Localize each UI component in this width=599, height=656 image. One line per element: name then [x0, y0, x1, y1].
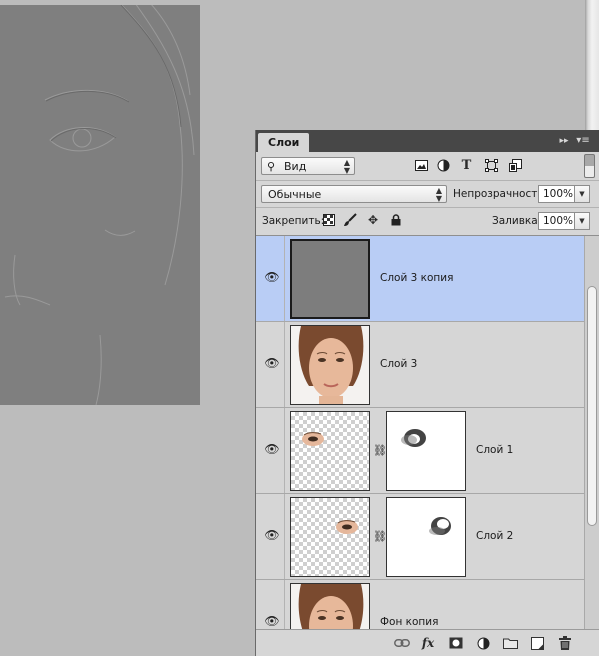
embossed-face-image	[4, 5, 195, 405]
mask-link-icon[interactable]: ⛓	[373, 444, 387, 458]
layer-name[interactable]: Слой 3 копия	[380, 272, 453, 284]
layer-name[interactable]: Слой 1	[476, 444, 513, 456]
face-thumbnail-image	[291, 326, 369, 404]
adjustment-filter-icon[interactable]	[436, 158, 451, 173]
layer-mask-thumbnail[interactable]	[386, 497, 466, 577]
blend-mode-value: Обычные	[268, 188, 322, 201]
layer-row[interactable]: 👁 Слой 3	[256, 322, 584, 408]
lock-row: Закрепить: ✥ Заливка: 100% ▼	[256, 208, 599, 236]
lock-all-icon[interactable]	[389, 213, 403, 227]
divider	[284, 580, 285, 629]
shape-filter-icon[interactable]	[484, 158, 499, 173]
layer-row[interactable]: 👁 Фон копия	[256, 580, 584, 629]
layers-panel: Слои ▸▸ ▾≡ ⚲ Вид ▲ ▼ T Обычные ▲ ▼ Непрозр…	[255, 130, 599, 656]
divider	[284, 236, 285, 321]
delete-layer-icon[interactable]	[556, 635, 574, 651]
link-layers-icon[interactable]	[393, 635, 411, 651]
eye-visibility-icon[interactable]: 👁	[264, 442, 280, 456]
panel-title-bar[interactable]: Слои ▸▸ ▾≡	[256, 130, 599, 152]
face-thumbnail-image	[291, 584, 369, 629]
filter-kind-label: Вид	[284, 160, 307, 173]
opacity-dropdown-icon[interactable]: ▼	[575, 185, 590, 203]
select-arrows-icon: ▲ ▼	[343, 158, 350, 175]
document-image[interactable]	[0, 5, 200, 405]
eye-visibility-icon[interactable]: 👁	[264, 270, 280, 284]
filter-kind-select[interactable]: ⚲ Вид ▲ ▼	[261, 157, 355, 175]
search-icon: ⚲	[267, 160, 276, 173]
lock-transparent-pixels-icon[interactable]	[322, 213, 336, 227]
eye-crop-thumbnail-image	[302, 432, 324, 446]
layer-row[interactable]: 👁 ⛓ Слой 2	[256, 494, 584, 580]
image-filter-icon[interactable]	[414, 158, 429, 173]
mask-link-icon[interactable]: ⛓	[373, 530, 387, 544]
smart-object-filter-icon[interactable]	[508, 158, 523, 173]
layer-name[interactable]: Фон копия	[380, 616, 438, 628]
lock-label: Закрепить:	[262, 215, 325, 227]
select-arrows-icon: ▲ ▼	[435, 186, 442, 203]
panel-menu-icon[interactable]: ▾≡	[574, 133, 592, 149]
fill-input[interactable]: 100%	[538, 212, 575, 230]
scrollbar-thumb[interactable]	[587, 286, 597, 526]
layer-thumbnail	[290, 325, 370, 405]
divider	[284, 408, 285, 493]
fill-label: Заливка:	[492, 215, 542, 227]
layer-thumbnail	[290, 583, 370, 629]
eye-crop-thumbnail-image	[336, 520, 358, 534]
layer-thumbnail	[290, 239, 370, 319]
layer-mask-thumbnail[interactable]	[386, 411, 466, 491]
layers-bottom-toolbar: fx	[256, 629, 599, 656]
opacity-input[interactable]: 100%	[538, 185, 575, 203]
add-mask-icon[interactable]	[447, 635, 465, 651]
divider	[284, 494, 285, 579]
layer-thumbnail	[290, 411, 370, 491]
layer-name[interactable]: Слой 2	[476, 530, 513, 542]
opacity-label: Непрозрачность:	[453, 188, 548, 200]
layer-row[interactable]: 👁 Слой 3 копия	[256, 236, 584, 322]
eye-visibility-icon[interactable]: 👁	[264, 528, 280, 542]
layer-thumbnail	[290, 497, 370, 577]
blend-mode-select[interactable]: Обычные ▲ ▼	[261, 185, 447, 203]
layers-list: 👁 Слой 3 копия 👁 Слой 3 👁 ⛓ Слой 1 👁 ⛓ С…	[256, 236, 584, 629]
new-adjustment-icon[interactable]	[474, 635, 492, 651]
filter-row: ⚲ Вид ▲ ▼ T	[256, 152, 599, 181]
eye-visibility-icon[interactable]: 👁	[264, 356, 280, 370]
new-group-icon[interactable]	[501, 635, 519, 651]
fill-dropdown-icon[interactable]: ▼	[575, 212, 590, 230]
collapse-panel-icon[interactable]: ▸▸	[556, 133, 572, 149]
lock-position-icon[interactable]: ✥	[366, 213, 380, 227]
divider	[284, 322, 285, 407]
eye-visibility-icon[interactable]: 👁	[264, 614, 280, 628]
layer-name[interactable]: Слой 3	[380, 358, 417, 370]
blend-row: Обычные ▲ ▼ Непрозрачность: 100% ▼	[256, 181, 599, 208]
type-filter-icon[interactable]: T	[459, 158, 474, 173]
lock-image-pixels-icon[interactable]	[343, 213, 357, 227]
layer-style-icon[interactable]: fx	[419, 635, 437, 651]
filter-toggle-switch[interactable]	[584, 154, 595, 178]
layers-scrollbar[interactable]	[584, 236, 599, 629]
tab-layers[interactable]: Слои	[258, 133, 310, 152]
new-layer-icon[interactable]	[528, 635, 546, 651]
layer-row[interactable]: 👁 ⛓ Слой 1	[256, 408, 584, 494]
